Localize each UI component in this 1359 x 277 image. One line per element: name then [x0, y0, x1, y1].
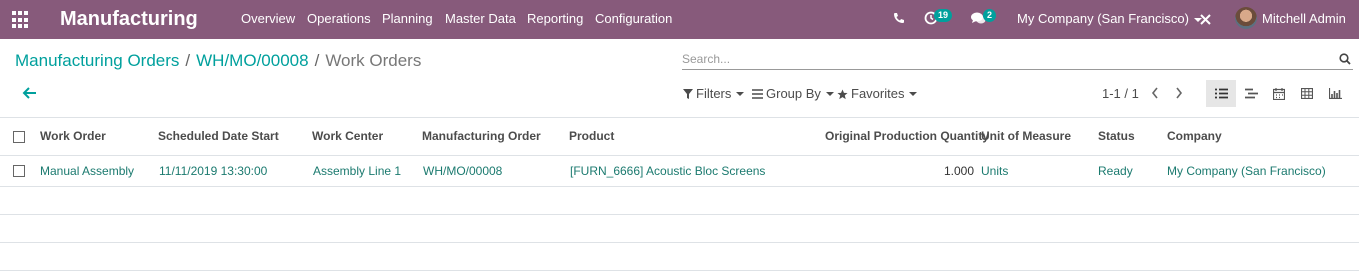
- avatar[interactable]: [1235, 7, 1257, 29]
- cell-unit-of-measure: Units: [981, 164, 1009, 178]
- search-bar: [682, 49, 1353, 70]
- empty-row: [0, 215, 1359, 243]
- group-by-icon: [752, 89, 763, 99]
- message-count-badge: 2: [983, 9, 997, 22]
- column-header-original-production-quantity[interactable]: Original Production Quantity: [825, 129, 989, 144]
- chevron-left-icon[interactable]: [1150, 86, 1160, 100]
- table-header: Work Order Scheduled Date Start Work Cen…: [0, 118, 1359, 156]
- chevron-down-icon: [736, 92, 745, 96]
- menu-reporting[interactable]: Reporting: [527, 11, 583, 27]
- gantt-view-button[interactable]: [1236, 80, 1266, 107]
- graph-view-icon: [1328, 88, 1342, 99]
- apps-grid-icon[interactable]: [12, 11, 30, 29]
- empty-row: [0, 243, 1359, 271]
- graph-view-button[interactable]: [1320, 80, 1350, 107]
- filters-button[interactable]: Filters: [683, 86, 745, 102]
- search-input[interactable]: [682, 49, 1322, 69]
- cell-original-production-quantity: 1.000: [944, 164, 975, 178]
- column-header-product[interactable]: Product: [569, 129, 614, 144]
- cell-product: [FURN_6666] Acoustic Bloc Screens: [570, 164, 766, 178]
- breadcrumb-current: Work Orders: [325, 51, 422, 70]
- pivot-view-button[interactable]: [1292, 80, 1322, 107]
- column-header-status[interactable]: Status: [1098, 129, 1135, 144]
- cell-work-order: Manual Assembly: [40, 164, 135, 178]
- list-view-icon: [1214, 88, 1228, 99]
- column-header-scheduled-date-start[interactable]: Scheduled Date Start: [158, 129, 279, 144]
- company-switcher[interactable]: My Company (San Francisco): [1017, 11, 1202, 27]
- favorites-label: Favorites: [851, 86, 905, 101]
- menu-configuration[interactable]: Configuration: [595, 11, 672, 27]
- column-header-work-center[interactable]: Work Center: [312, 129, 383, 144]
- select-all-checkbox[interactable]: [13, 131, 25, 143]
- menu-planning[interactable]: Planning: [382, 11, 433, 27]
- menu-operations[interactable]: Operations: [307, 11, 371, 27]
- column-header-manufacturing-order[interactable]: Manufacturing Order: [422, 129, 541, 144]
- cell-company: My Company (San Francisco): [1167, 164, 1326, 178]
- list-view-button[interactable]: [1206, 80, 1236, 107]
- favorites-button[interactable]: Favorites: [837, 86, 918, 102]
- debug-tools-icon[interactable]: [1199, 13, 1212, 26]
- table-row[interactable]: Manual Assembly 11/11/2019 13:30:00 Asse…: [0, 156, 1359, 187]
- group-by-button[interactable]: Group By: [752, 86, 834, 102]
- gantt-view-icon: [1244, 88, 1258, 99]
- breadcrumb-separator: /: [185, 51, 191, 70]
- cell-scheduled-date-start: 11/11/2019 13:30:00: [159, 164, 268, 178]
- cell-manufacturing-order: WH/MO/00008: [423, 164, 503, 178]
- breadcrumb-manufacturing-orders[interactable]: Manufacturing Orders: [15, 51, 179, 70]
- pivot-view-icon: [1301, 88, 1313, 99]
- app-title[interactable]: Manufacturing: [60, 6, 198, 32]
- chevron-down-icon: [909, 92, 918, 96]
- breadcrumb-separator: /: [314, 51, 320, 70]
- calendar-view-button[interactable]: [1264, 80, 1294, 107]
- cell-status: Ready: [1098, 164, 1133, 178]
- calendar-view-icon: [1273, 87, 1285, 100]
- breadcrumb-mo[interactable]: WH/MO/00008: [196, 51, 308, 70]
- breadcrumb: Manufacturing Orders / WH/MO/00008 / Work Or…: [15, 51, 421, 71]
- chevron-right-icon[interactable]: [1174, 86, 1184, 100]
- chevron-down-icon: [825, 92, 834, 96]
- group-by-label: Group By: [766, 86, 821, 101]
- filters-label: Filters: [696, 86, 732, 101]
- cell-work-center: Assembly Line 1: [313, 164, 402, 178]
- control-panel: Manufacturing Orders / WH/MO/00008 / Work Or…: [0, 39, 1359, 118]
- column-header-unit-of-measure[interactable]: Unit of Measure: [981, 129, 1071, 144]
- company-name: My Company (San Francisco): [1017, 11, 1189, 26]
- work-orders-table: Work Order Scheduled Date Start Work Cen…: [0, 118, 1359, 271]
- menu-overview[interactable]: Overview: [241, 11, 295, 27]
- activity-count-badge: 19: [934, 9, 953, 22]
- filter-icon: [683, 89, 693, 99]
- search-icon[interactable]: [1339, 53, 1351, 65]
- row-select-checkbox[interactable]: [13, 165, 25, 177]
- star-icon: [837, 88, 848, 99]
- menu-master-data[interactable]: Master Data: [445, 11, 516, 27]
- pager-value[interactable]: 1-1 / 1: [1102, 86, 1139, 102]
- phone-icon[interactable]: [893, 12, 905, 24]
- empty-row: [0, 187, 1359, 215]
- column-header-work-order[interactable]: Work Order: [40, 129, 106, 144]
- top-navbar: Manufacturing Overview Operations Planni…: [0, 0, 1359, 39]
- user-menu[interactable]: Mitchell Admin: [1262, 11, 1346, 27]
- back-arrow-icon[interactable]: [22, 86, 38, 100]
- column-header-company[interactable]: Company: [1167, 129, 1222, 144]
